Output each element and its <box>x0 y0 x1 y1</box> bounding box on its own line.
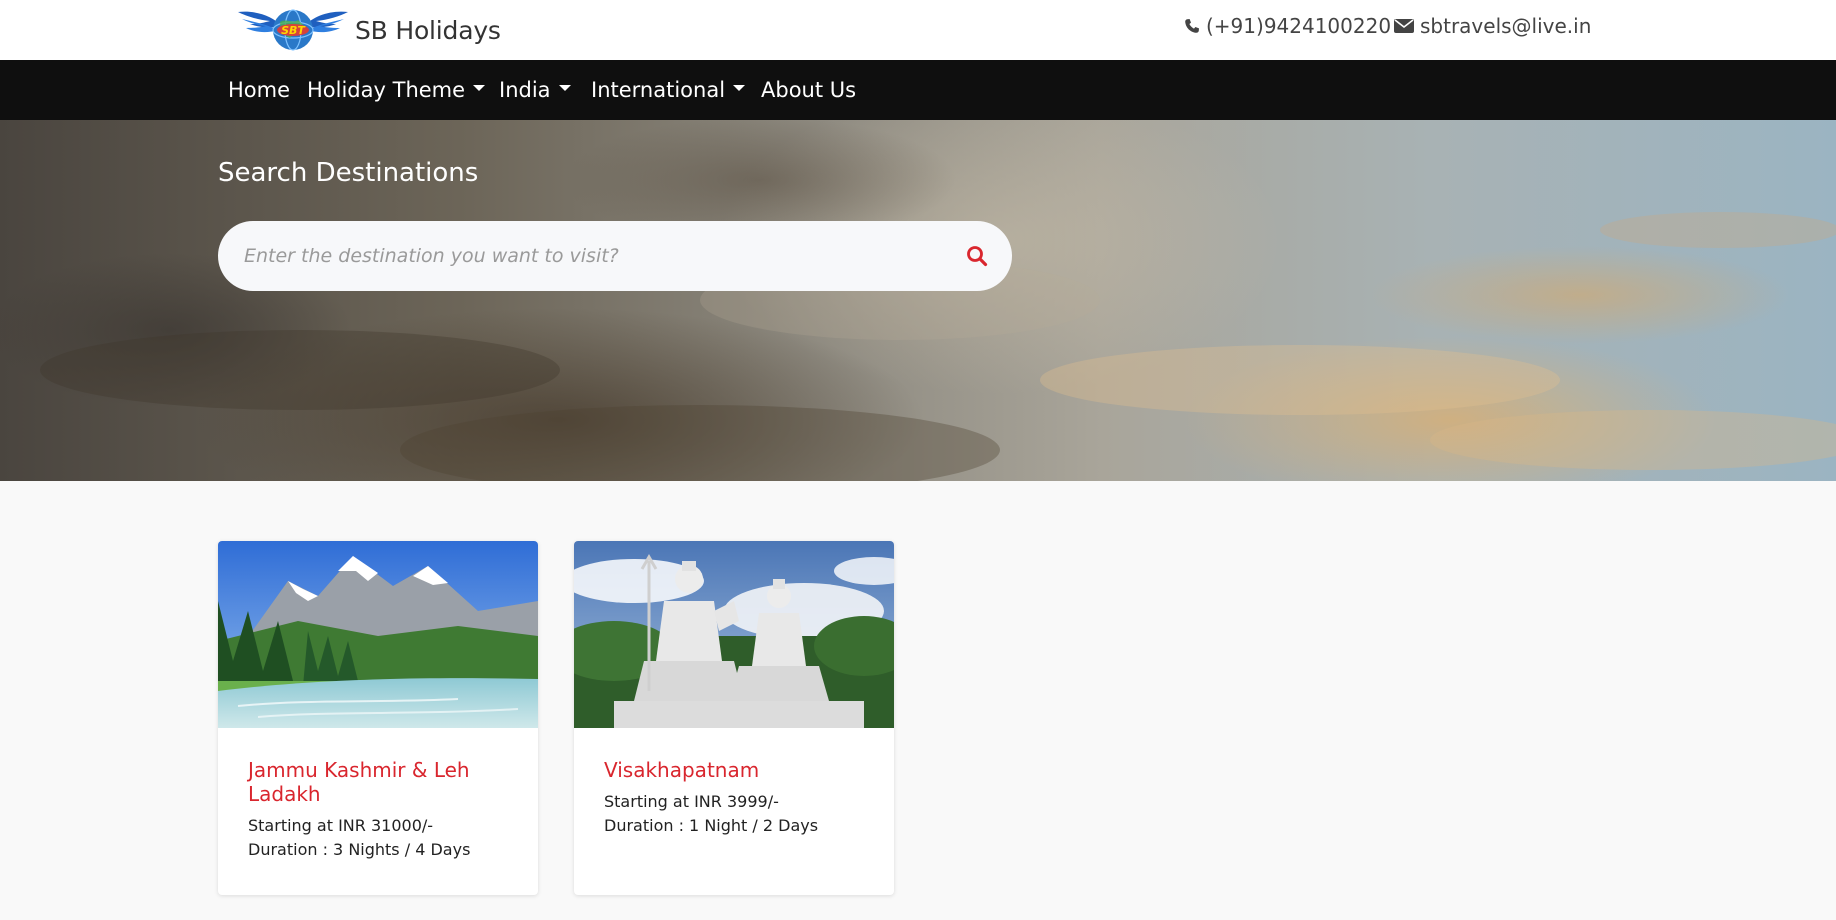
phone-icon <box>1185 19 1199 33</box>
nav-home-label: Home <box>228 78 291 102</box>
package-title[interactable]: Jammu Kashmir & Leh Ladakh <box>248 758 508 806</box>
nav-holiday-theme-label: Holiday Theme <box>307 78 466 102</box>
package-card-visakhapatnam[interactable]: Visakhapatnam Starting at INR 3999/- Dur… <box>574 541 894 895</box>
contact-phone[interactable]: (+91)9424100220 <box>1184 0 1391 52</box>
package-card-kashmir[interactable]: Jammu Kashmir & Leh Ladakh Starting at I… <box>218 541 538 895</box>
hero-banner: Search Destinations <box>0 120 1836 481</box>
nav-international-label: International <box>591 78 726 102</box>
nav-india-label: India <box>499 78 551 102</box>
package-title[interactable]: Visakhapatnam <box>604 758 864 782</box>
nav-india[interactable]: India <box>499 60 571 120</box>
brand[interactable]: SBT SB Holidays <box>236 6 501 54</box>
main-navbar: Home Holiday Theme India International A… <box>0 60 1836 120</box>
package-duration: Duration : 3 Nights / 4 Days <box>248 840 471 859</box>
nav-about-us-label: About Us <box>761 78 857 102</box>
phone-number[interactable]: (+91)9424100220 <box>1206 14 1391 38</box>
nav-holiday-theme[interactable]: Holiday Theme <box>307 60 486 120</box>
brand-name[interactable]: SB Holidays <box>355 16 501 45</box>
caret-down-icon <box>558 85 571 91</box>
search-icon <box>967 246 988 267</box>
nav-international[interactable]: International <box>591 60 746 120</box>
top-header: SBT SB Holidays (+91)9424100220 sbtravel… <box>0 0 1836 60</box>
search-bar <box>218 221 1012 291</box>
package-image-visakhapatnam <box>574 541 894 728</box>
destination-search-input[interactable] <box>218 221 918 291</box>
nav-about-us[interactable]: About Us <box>761 60 856 120</box>
package-image-kashmir <box>218 541 538 728</box>
brand-logo[interactable]: SBT <box>236 6 350 54</box>
caret-down-icon <box>733 85 746 91</box>
envelope-icon <box>1394 19 1414 33</box>
svg-text:SBT: SBT <box>281 24 306 37</box>
email-address[interactable]: sbtravels@live.in <box>1420 14 1591 38</box>
hero-title: Search Destinations <box>218 158 479 188</box>
caret-down-icon <box>473 85 486 91</box>
contact-email[interactable]: sbtravels@live.in <box>1394 0 1591 52</box>
package-price: Starting at INR 3999/- <box>604 792 779 811</box>
package-card-body: Visakhapatnam Starting at INR 3999/- Dur… <box>574 728 894 838</box>
package-card-body: Jammu Kashmir & Leh Ladakh Starting at I… <box>218 728 538 862</box>
search-button[interactable] <box>964 243 990 269</box>
nav-home[interactable]: Home <box>228 60 290 120</box>
package-duration: Duration : 1 Night / 2 Days <box>604 816 819 835</box>
package-price: Starting at INR 31000/- <box>248 816 434 835</box>
